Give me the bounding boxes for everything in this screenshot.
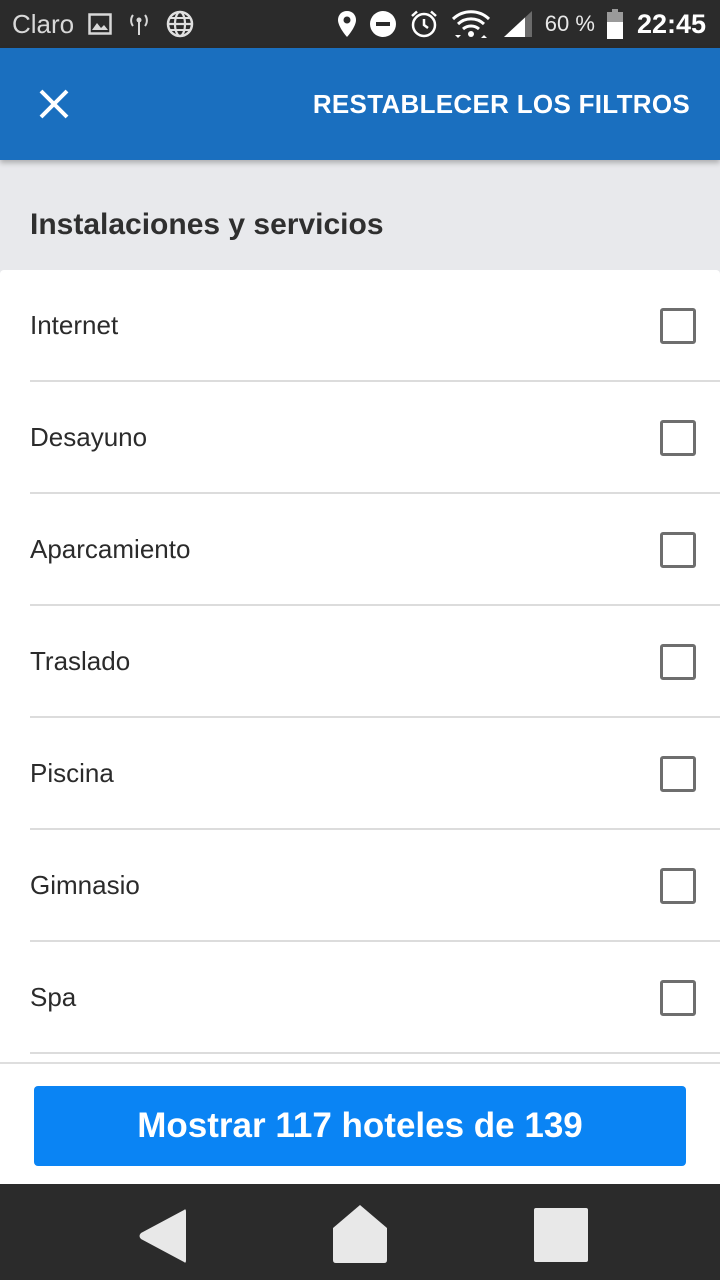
reset-filters-button[interactable]: RESTABLECER LOS FILTROS [313,89,690,120]
amenity-checkbox[interactable] [660,980,696,1016]
amenity-gimnasio[interactable]: Gimnasio [0,830,720,942]
signal-icon [503,10,533,38]
amenities-list: Internet Desayuno Aparcamiento Traslado … [0,270,720,1070]
show-hotels-button[interactable]: Mostrar 117 hoteles de 139 [34,1086,686,1166]
battery-icon [606,9,623,39]
back-button[interactable] [136,1206,188,1266]
amenity-checkbox[interactable] [660,644,696,680]
system-nav-bar [0,1184,720,1280]
image-icon [88,13,112,35]
close-button[interactable] [36,86,72,122]
globe-icon [166,10,194,38]
alarm-icon [409,9,439,39]
amenity-checkbox[interactable] [660,756,696,792]
amenity-label: Piscina [30,757,114,788]
amenity-checkbox[interactable] [660,420,696,456]
recents-icon [534,1208,588,1262]
amenity-piscina[interactable]: Piscina [0,718,720,830]
amenity-internet[interactable]: Internet [0,270,720,382]
do-not-disturb-icon [369,10,397,38]
carrier-name: Claro [12,8,75,39]
amenity-checkbox[interactable] [660,868,696,904]
bottom-panel: Mostrar 117 hoteles de 139 [0,1062,720,1186]
amenity-label: Desayuno [30,421,148,452]
location-icon [337,10,357,38]
amenity-traslado[interactable]: Traslado [0,606,720,718]
amenity-spa[interactable]: Spa [0,942,720,1054]
wifi-icon [451,9,491,39]
section-title: Instalaciones y servicios [30,208,384,241]
amenity-label: Spa [30,981,77,1012]
amenity-label: Traslado [30,645,131,676]
close-icon [39,89,69,119]
amenity-label: Aparcamiento [30,533,191,564]
amenity-label: Gimnasio [30,869,140,900]
divider [30,1052,720,1054]
recents-button[interactable] [534,1208,588,1262]
home-button[interactable] [332,1204,388,1264]
amenity-checkbox[interactable] [660,532,696,568]
hotspot-icon [126,12,152,36]
battery-percentage: 60 % [544,11,595,36]
app-bar: RESTABLECER LOS FILTROS [0,48,720,160]
amenity-aparcamiento[interactable]: Aparcamiento [0,494,720,606]
amenity-checkbox[interactable] [660,308,696,344]
back-icon [139,1209,186,1263]
status-bar: Claro 60 % 22:45 [0,0,720,48]
clock: 22:45 [636,8,706,39]
amenity-label: Internet [30,309,119,340]
home-icon [333,1205,387,1263]
amenity-desayuno[interactable]: Desayuno [0,382,720,494]
